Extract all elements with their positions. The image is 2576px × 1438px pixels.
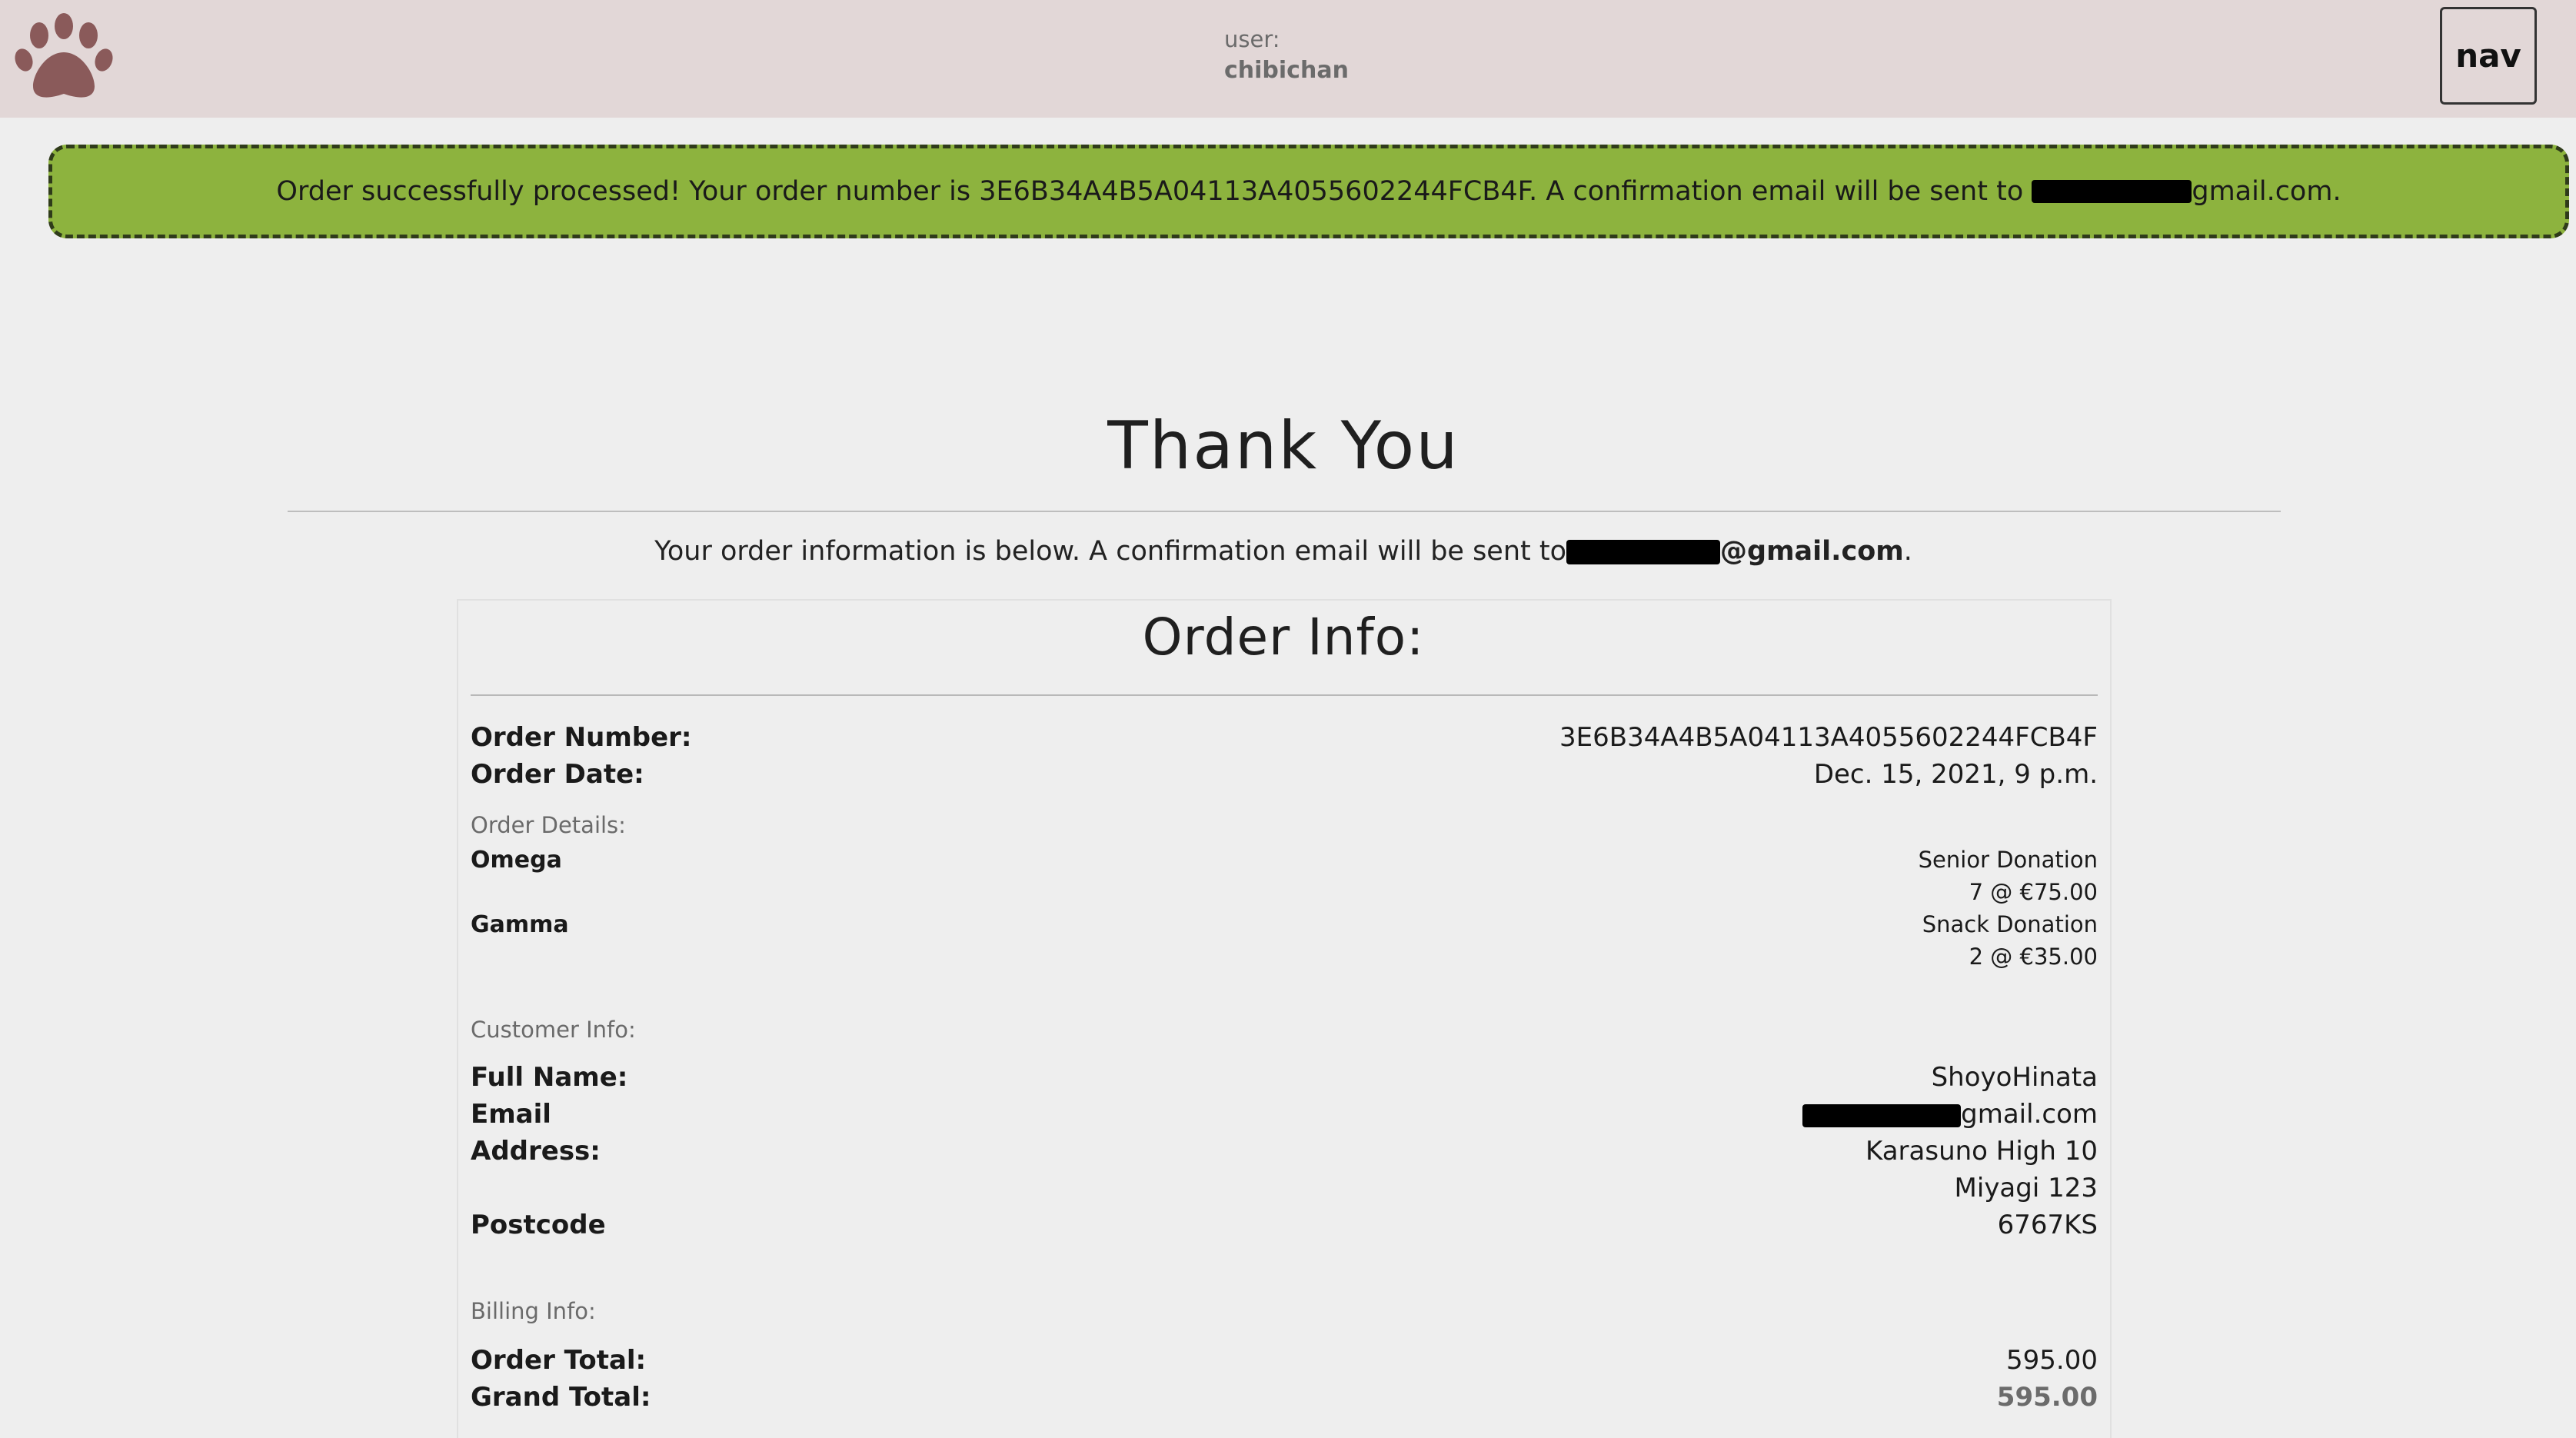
top-bar: user: chibichan nav: [0, 0, 2576, 118]
order-total-label: Order Total:: [471, 1345, 647, 1376]
intro-email-tail: @gmail.com: [1720, 536, 1904, 567]
grand-total-label: Grand Total:: [471, 1382, 651, 1413]
intro-sentence: Your order information is below. A confi…: [654, 536, 1567, 567]
user-label: user:: [1224, 26, 1280, 52]
address-line2: Miyagi 123: [1954, 1173, 2098, 1203]
address-label: Address:: [471, 1136, 601, 1167]
alert-email-tail: gmail.com.: [2192, 176, 2341, 207]
billing-info-heading: Billing Info:: [471, 1298, 596, 1324]
item-name: Gamma: [471, 911, 569, 938]
order-number-label: Order Number:: [471, 722, 692, 753]
intro-end: .: [1903, 536, 1912, 567]
user-info: user: chibichan: [1224, 26, 1349, 84]
email-tail: gmail.com: [1961, 1099, 2098, 1130]
username[interactable]: chibichan: [1224, 57, 1349, 84]
email-value: gmail.com: [1802, 1099, 2098, 1130]
item-product: Senior Donation: [1918, 847, 2098, 873]
postcode-value: 6767KS: [1997, 1210, 2098, 1240]
order-date-value: Dec. 15, 2021, 9 p.m.: [1813, 759, 2098, 790]
alert-text: Order successfully processed! Your order…: [276, 176, 2032, 207]
order-details-heading: Order Details:: [471, 812, 626, 838]
success-alert: Order successfully processed! Your order…: [48, 145, 2569, 238]
nav-button[interactable]: nav: [2440, 7, 2537, 105]
customer-info-heading: Customer Info:: [471, 1017, 636, 1043]
order-info-title: Order Info:: [1142, 607, 1425, 667]
postcode-label: Postcode: [471, 1210, 606, 1240]
item-qty-price: 7 @ €75.00: [1969, 879, 2098, 905]
redacted-email: [1566, 540, 1721, 564]
order-total-value: 595.00: [2006, 1345, 2098, 1376]
item-qty-price: 2 @ €35.00: [1969, 944, 2098, 970]
paw-icon[interactable]: [14, 12, 114, 103]
divider: [288, 511, 2281, 512]
grand-total-value: 595.00: [1996, 1382, 2098, 1413]
order-number-value: 3E6B34A4B5A04113A4055602244FCB4F: [1559, 722, 2098, 753]
full-name-label: Full Name:: [471, 1062, 628, 1093]
redacted-email: [2032, 180, 2192, 203]
full-name-value: ShoyoHinata: [1931, 1062, 2098, 1093]
intro-text: Your order information is below. A confi…: [0, 536, 2567, 567]
address-line1: Karasuno High 10: [1865, 1136, 2098, 1167]
redacted-email: [1802, 1103, 1962, 1127]
item-product: Snack Donation: [1922, 911, 2098, 937]
item-name: Omega: [471, 847, 562, 874]
order-date-label: Order Date:: [471, 759, 644, 790]
card-divider: [471, 694, 2098, 696]
page-title: Thank You: [1107, 408, 1459, 484]
email-label: Email: [471, 1099, 551, 1130]
